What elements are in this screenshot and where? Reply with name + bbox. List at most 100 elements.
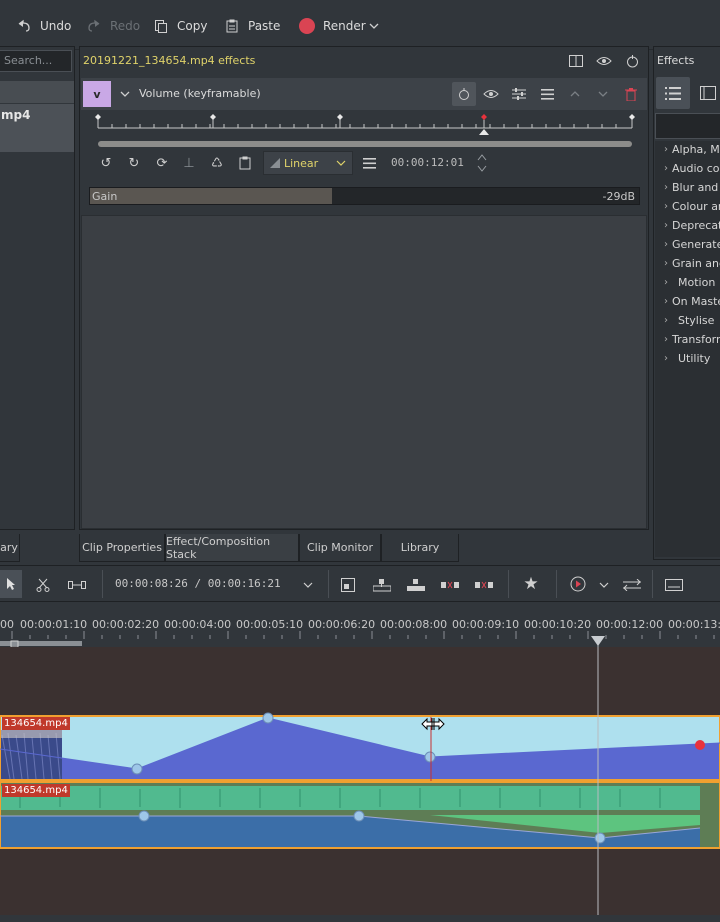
preview-menu-icon[interactable] [596, 576, 612, 594]
effects-category-item[interactable]: › Transform [664, 330, 720, 349]
timecode-menu-icon[interactable] [300, 576, 316, 594]
video-effects-icon[interactable] [698, 85, 718, 101]
render-icon [299, 18, 315, 34]
effects-category-item[interactable]: › Utility [664, 349, 720, 368]
lift-zone-icon[interactable] [474, 576, 494, 594]
effects-category-item[interactable]: › Alpha, Ma [664, 140, 720, 159]
razor-tool-icon[interactable] [34, 576, 52, 594]
effects-category-item[interactable]: › Stylise [664, 311, 720, 330]
search-input[interactable]: Search... [0, 50, 72, 72]
split-view-icon[interactable] [568, 53, 584, 69]
add-keyframe-icon[interactable]: ⟳ [154, 155, 170, 171]
copy-button[interactable]: Copy [153, 14, 207, 38]
timeline-tracks-graphic [0, 631, 720, 922]
paste-button[interactable]: Paste [224, 14, 280, 38]
keyframe-toggle-icon[interactable] [452, 82, 476, 106]
collapse-chevron-icon[interactable] [119, 88, 131, 100]
interpolation-select[interactable]: Linear [263, 151, 353, 175]
resize-cursor-icon [421, 717, 445, 731]
effects-category-item[interactable]: › Generate [664, 235, 720, 254]
category-label: Alpha, Ma [672, 143, 720, 156]
undo-label: Undo [40, 19, 72, 33]
undo-icon [18, 19, 30, 32]
effects-category-item[interactable]: › Audio cor [664, 159, 720, 178]
clip-item[interactable]: mp4 [0, 104, 74, 152]
keyframe-timecode[interactable]: 00:00:12:01 [391, 156, 464, 169]
redo-button[interactable]: Redo [86, 14, 140, 38]
redo-label: Redo [110, 19, 141, 33]
effects-category-item[interactable]: › Motion [664, 273, 720, 292]
duplicate-keyframe-icon[interactable]: ♺ [209, 155, 225, 171]
effect-eye-icon[interactable] [483, 86, 499, 102]
effect-settings-icon[interactable] [511, 86, 527, 102]
category-label: Stylise [678, 314, 715, 327]
tab-label: Clip Properties [82, 541, 162, 554]
previous-keyframe-icon[interactable]: ↺ [98, 155, 114, 171]
tab-effect-stack[interactable]: Effect/Composition Stack [165, 534, 299, 562]
insert-zone-icon[interactable] [339, 576, 357, 594]
project-bin-panel: Search... mp4 [0, 46, 75, 530]
redo-icon [88, 19, 100, 32]
effect-name: Volume (keyframable) [139, 87, 261, 100]
move-up-icon[interactable] [567, 86, 583, 102]
effects-category-item[interactable]: › Deprecat [664, 216, 720, 235]
tab-library-partial[interactable]: ary [0, 534, 20, 562]
paste-icon [226, 19, 238, 33]
clip-name: mp4 [1, 108, 31, 122]
chevron-right-icon: › [664, 182, 668, 193]
effect-type-badge: v [83, 81, 111, 107]
favorite-star-icon[interactable]: ★ [521, 574, 541, 594]
chevron-right-icon: › [664, 296, 668, 307]
category-label: Motion [678, 276, 716, 289]
keyframe-menu-icon[interactable] [361, 155, 377, 171]
next-keyframe-icon[interactable]: ↻ [126, 155, 142, 171]
render-menu-button[interactable] [368, 14, 380, 38]
tab-label: ary [0, 541, 18, 554]
spacer-tool-icon[interactable] [67, 576, 87, 594]
chevron-down-icon [336, 160, 346, 166]
chevron-right-icon: › [664, 220, 668, 231]
compare-icon[interactable] [624, 53, 640, 69]
audio-clip-label[interactable]: 134654.mp4 [2, 784, 70, 797]
video-clip-label[interactable]: 134654.mp4 [2, 717, 70, 730]
category-label: Colour an [672, 200, 720, 213]
insert-clip-icon[interactable] [372, 576, 392, 594]
undo-button[interactable]: Undo [16, 14, 71, 38]
keyframe-ruler[interactable] [92, 110, 638, 150]
tab-clip-properties[interactable]: Clip Properties [79, 534, 165, 562]
tab-label: Library [400, 541, 440, 554]
align-keyframe-icon[interactable]: ⊥ [181, 155, 197, 171]
effects-category-item[interactable]: › Blur and S [664, 178, 720, 197]
render-button[interactable]: Render [299, 14, 366, 38]
timecode-spinner[interactable] [476, 152, 488, 174]
selection-tool-icon[interactable] [0, 570, 22, 598]
subtitle-icon[interactable] [664, 576, 684, 594]
chevron-right-icon: › [664, 144, 668, 155]
effects-category-item[interactable]: › On Master [664, 292, 720, 311]
delete-effect-icon[interactable] [623, 86, 639, 102]
extract-zone-icon[interactable] [440, 576, 460, 594]
timeline-timecode[interactable]: 00:00:08:26 / 00:00:16:21 [115, 577, 281, 590]
effects-search-input[interactable] [655, 113, 720, 139]
tab-label: Clip Monitor [306, 541, 374, 554]
chevron-right-icon: › [664, 353, 668, 364]
paste-keyframe-icon[interactable] [237, 155, 253, 171]
effects-category-item[interactable]: › Colour an [664, 197, 720, 216]
category-label: Transform [672, 333, 720, 346]
tab-library[interactable]: Library [381, 534, 459, 562]
eye-icon[interactable] [596, 53, 612, 69]
linear-interpolation-icon [270, 158, 280, 168]
move-down-icon[interactable] [595, 86, 611, 102]
tab-clip-monitor[interactable]: Clip Monitor [299, 534, 381, 562]
preview-render-icon[interactable] [568, 575, 588, 593]
copy-label: Copy [177, 19, 208, 33]
effect-menu-icon[interactable] [539, 86, 555, 102]
mixer-icon[interactable] [622, 576, 642, 594]
list-view-icon[interactable] [656, 77, 690, 109]
effect-header: v Volume (keyframable) [81, 78, 647, 110]
gain-slider[interactable]: Gain -29dB [89, 187, 640, 205]
overwrite-clip-icon[interactable] [406, 576, 426, 594]
category-label: Blur and S [672, 181, 720, 194]
effects-category-item[interactable]: › Grain and [664, 254, 720, 273]
effect-stack-panel: 20191221_134654.mp4 effects v Volume (ke… [79, 46, 649, 530]
